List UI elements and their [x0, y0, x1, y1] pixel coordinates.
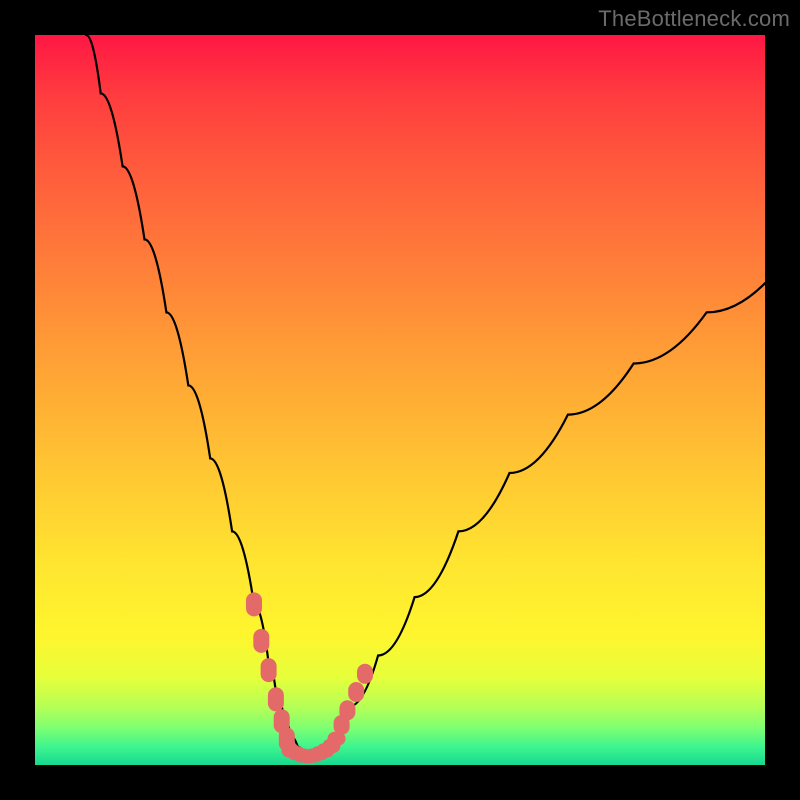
- marker: [348, 682, 364, 702]
- markers-left: [246, 592, 295, 751]
- marker: [357, 664, 373, 684]
- bottleneck-curve: [86, 35, 765, 756]
- markers-right: [334, 664, 373, 735]
- marker: [328, 732, 346, 746]
- marker: [268, 687, 284, 711]
- marker: [261, 658, 277, 682]
- watermark-text: TheBottleneck.com: [598, 6, 790, 32]
- marker: [339, 700, 355, 720]
- marker: [246, 592, 262, 616]
- chart-overlay: [35, 35, 765, 765]
- chart-frame: TheBottleneck.com: [0, 0, 800, 800]
- marker: [253, 629, 269, 653]
